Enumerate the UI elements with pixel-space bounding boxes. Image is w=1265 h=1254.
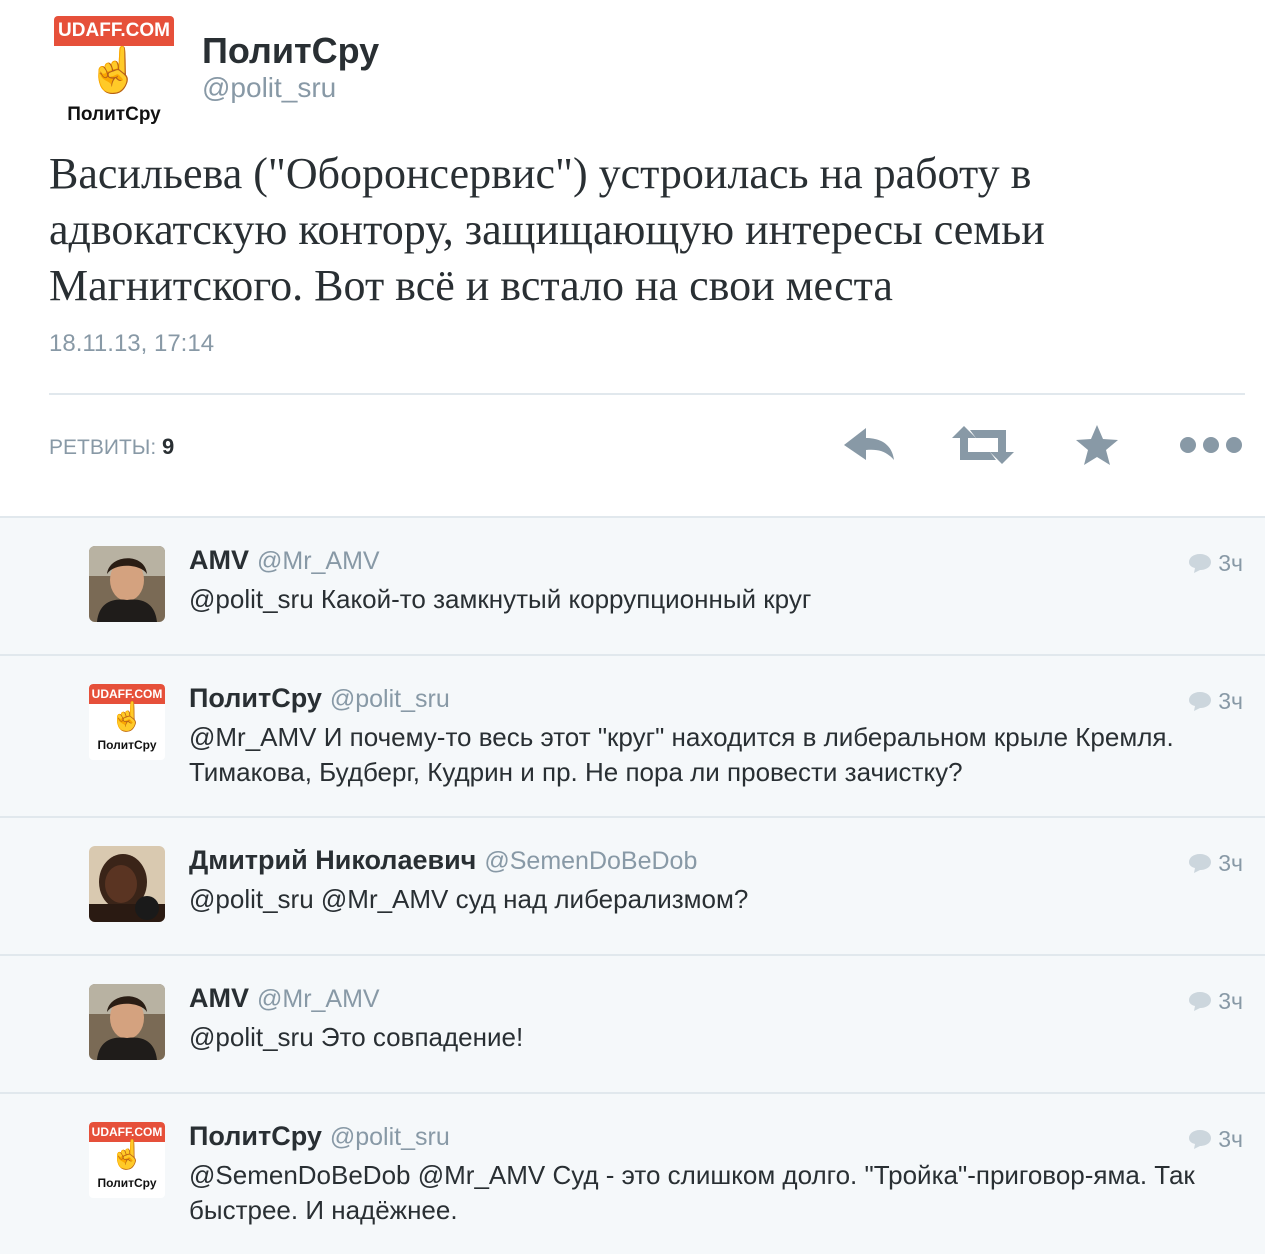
reply-author-handle: @Mr_AMV (257, 547, 380, 575)
reply-author-handle: @Mr_AMV (257, 985, 380, 1013)
logo-name-label: ПолитСру (97, 1176, 157, 1190)
reply-author-name: ПолитСру (189, 1121, 322, 1151)
reply-time[interactable]: 3ч (1188, 850, 1243, 877)
reply-author[interactable]: AMV @Mr_AMV (189, 545, 380, 576)
reply-author-handle: @SemenDoBeDob (484, 847, 698, 875)
tweet-text: Васильева ("Оборонсервис") устроилась на… (49, 149, 1045, 310)
favorite-button[interactable] (1068, 420, 1138, 470)
reply-author[interactable]: ПолитСру @polit_sru (189, 1121, 450, 1152)
reply-text: @Mr_AMV И почему-то весь этот "круг" нах… (189, 722, 1174, 787)
logo-site-label: UDAFF.COM (54, 16, 174, 46)
reply-text: @polit_sru @Mr_AMV суд над либерализмом? (189, 884, 749, 914)
tweet-timestamp: 18.11.13, 17:14 (49, 330, 215, 357)
reply-item[interactable]: UDAFF.COM ☝ ПолитСру ПолитСру @polit_sru … (0, 654, 1265, 816)
divider (49, 393, 1245, 395)
retweet-count[interactable]: РЕТВИТЫ: 9 (49, 434, 174, 460)
reply-time-label: 3ч (1218, 850, 1243, 876)
speech-bubble-icon (1189, 992, 1212, 1011)
reply-text: @SemenDoBeDob @Mr_AMV Суд - это слишком … (189, 1160, 1195, 1225)
reply-icon (844, 428, 894, 460)
reply-author[interactable]: Дмитрий Николаевич @SemenDoBeDob (189, 845, 697, 876)
middle-finger-hand-icon: ☝ (109, 701, 145, 732)
reply-time-label: 3ч (1218, 550, 1243, 576)
logo-name-label: ПолитСру (67, 104, 161, 125)
reply-author-name: AMV (189, 545, 249, 575)
reply-time[interactable]: 3ч (1188, 688, 1243, 715)
middle-finger-hand-icon: ☝ (109, 1139, 145, 1170)
reply-time-label: 3ч (1218, 988, 1243, 1014)
reply-item[interactable]: UDAFF.COM ☝ ПолитСру ПолитСру @polit_sru … (0, 1092, 1265, 1254)
avatar[interactable] (89, 846, 165, 922)
speech-bubble-icon (1189, 554, 1212, 573)
retweets-label: РЕТВИТЫ: (49, 436, 157, 459)
middle-finger-hand-icon: ☝ (86, 46, 142, 95)
reply-button[interactable] (840, 420, 910, 470)
speech-bubble-icon (1189, 854, 1212, 873)
more-button[interactable] (1178, 420, 1248, 470)
reply-author-handle: @polit_sru (329, 1123, 450, 1151)
reply-author[interactable]: ПолитСру @polit_sru (189, 683, 450, 714)
reply-item[interactable]: AMV @Mr_AMV @polit_sru Это совпадение! 3ч (0, 954, 1265, 1092)
reply-text: @polit_sru Какой-то замкнутый коррупцион… (189, 584, 812, 614)
reply-item[interactable]: Дмитрий Николаевич @SemenDoBeDob @polit_s… (0, 816, 1265, 954)
reply-time-label: 3ч (1218, 688, 1243, 714)
retweet-icon (952, 426, 1014, 464)
reply-author-name: AMV (189, 983, 249, 1013)
reply-author-handle: @polit_sru (329, 685, 450, 713)
speech-bubble-icon (1189, 692, 1212, 711)
reply-author-name: ПолитСру (189, 683, 322, 713)
author-name[interactable]: ПолитСру (202, 30, 379, 72)
avatar[interactable] (89, 984, 165, 1060)
reply-author[interactable]: AMV @Mr_AMV (189, 983, 380, 1014)
reply-item[interactable]: AMV @Mr_AMV @polit_sru Какой-то замкнутый… (0, 516, 1265, 654)
reply-time[interactable]: 3ч (1188, 988, 1243, 1015)
reply-time-label: 3ч (1218, 1126, 1243, 1152)
reply-text: @polit_sru Это совпадение! (189, 1022, 524, 1052)
avatar[interactable]: UDAFF.COM ☝ ПолитСру (89, 1122, 165, 1198)
reply-time[interactable]: 3ч (1188, 550, 1243, 577)
logo-name-label: ПолитСру (97, 738, 157, 752)
author-handle[interactable]: @polit_sru (202, 72, 336, 104)
reply-time[interactable]: 3ч (1188, 1126, 1243, 1153)
replies-list: AMV @Mr_AMV @polit_sru Какой-то замкнутый… (0, 516, 1265, 1254)
favorite-star-icon (1076, 425, 1118, 465)
retweets-number: 9 (162, 434, 175, 459)
avatar[interactable]: UDAFF.COM ☝ ПолитСру (89, 684, 165, 760)
speech-bubble-icon (1189, 1130, 1212, 1149)
more-dots-icon (1180, 437, 1242, 453)
main-tweet: UDAFF.COM ☝ ПолитСру ПолитСру @polit_sru… (0, 0, 1265, 516)
avatar[interactable] (89, 546, 165, 622)
profile-avatar-logo[interactable]: UDAFF.COM ☝ ПолитСру (54, 16, 174, 128)
reply-author-name: Дмитрий Николаевич (189, 845, 477, 875)
retweet-button[interactable] (948, 420, 1018, 470)
